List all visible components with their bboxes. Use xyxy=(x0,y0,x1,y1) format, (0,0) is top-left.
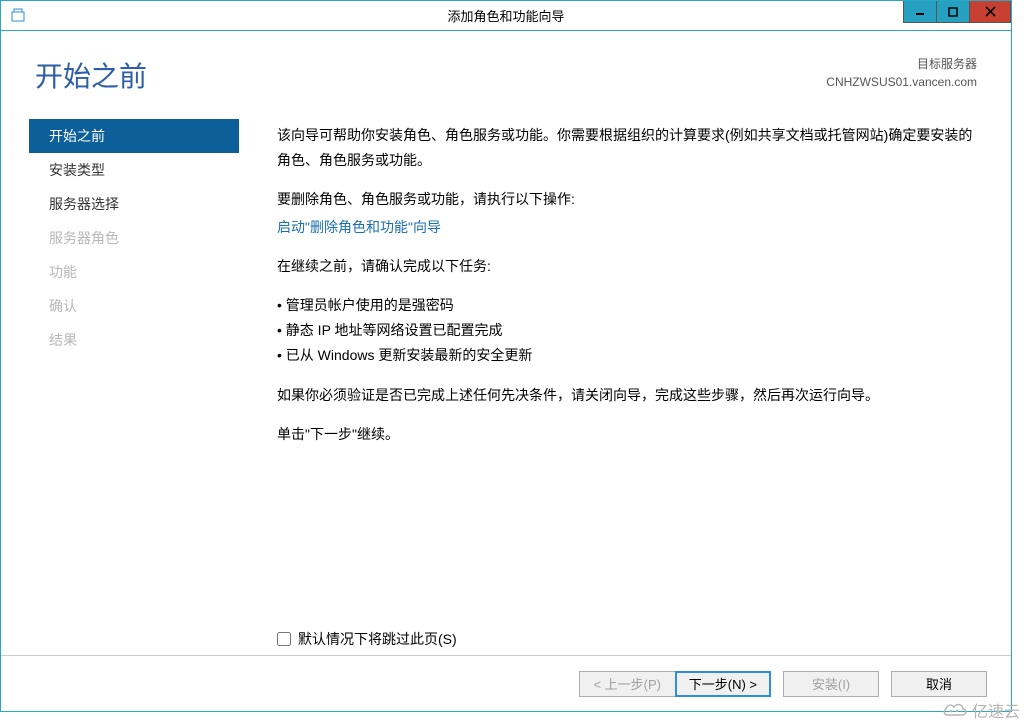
intro-text: 该向导可帮助你安装角色、角色服务或功能。你需要根据组织的计算要求(例如共享文档或… xyxy=(277,123,977,173)
sidebar-item-install-type[interactable]: 安装类型 xyxy=(29,153,239,187)
confirm-tasks-label: 在继续之前，请确认完成以下任务: xyxy=(277,254,977,279)
skip-checkbox-label: 默认情况下将跳过此页(S) xyxy=(298,627,457,652)
skip-checkbox[interactable] xyxy=(277,632,291,646)
skip-row: 默认情况下将跳过此页(S) xyxy=(277,627,977,652)
button-bar: < 上一步(P) 下一步(N) > 安装(I) 取消 xyxy=(1,655,1011,711)
sidebar-item-server-selection[interactable]: 服务器选择 xyxy=(29,187,239,221)
cancel-button[interactable]: 取消 xyxy=(891,671,987,697)
target-info: 目标服务器 CNHZWSUS01.vancen.com xyxy=(826,55,977,91)
prereq-list: 管理员帐户使用的是强密码 静态 IP 地址等网络设置已配置完成 已从 Windo… xyxy=(277,293,977,369)
window-title: 添加角色和功能向导 xyxy=(1,6,1011,25)
sidebar-item-confirm: 确认 xyxy=(29,289,239,323)
prereq-item: 静态 IP 地址等网络设置已配置完成 xyxy=(277,318,977,343)
window-controls xyxy=(904,1,1011,23)
header: 开始之前 目标服务器 CNHZWSUS01.vancen.com xyxy=(1,31,1011,107)
next-button[interactable]: 下一步(N) > xyxy=(675,671,771,697)
body: 开始之前 安装类型 服务器选择 服务器角色 功能 确认 结果 该向导可帮助你安装… xyxy=(1,107,1011,655)
sidebar-item-features: 功能 xyxy=(29,255,239,289)
nav-button-group: < 上一步(P) 下一步(N) > xyxy=(579,671,771,697)
content: 该向导可帮助你安装角色、角色服务或功能。你需要根据组织的计算要求(例如共享文档或… xyxy=(239,117,1001,655)
sidebar: 开始之前 安装类型 服务器选择 服务器角色 功能 确认 结果 xyxy=(29,117,239,655)
cloud-icon xyxy=(942,701,968,719)
prereq-item: 已从 Windows 更新安装最新的安全更新 xyxy=(277,343,977,368)
wizard-window: 添加角色和功能向导 开始之前 目标服务器 CNHZWSUS01.vancen.c… xyxy=(0,0,1012,712)
target-server: CNHZWSUS01.vancen.com xyxy=(826,73,977,91)
sidebar-item-before-begin[interactable]: 开始之前 xyxy=(29,119,239,153)
remove-instruction: 要删除角色、角色服务或功能，请执行以下操作: xyxy=(277,187,977,212)
page-title: 开始之前 xyxy=(35,55,147,95)
continue-text: 单击"下一步"继续。 xyxy=(277,422,977,447)
close-button[interactable] xyxy=(969,1,1011,23)
watermark: 亿速云 xyxy=(942,698,1020,722)
previous-button: < 上一步(P) xyxy=(579,671,675,697)
titlebar[interactable]: 添加角色和功能向导 xyxy=(1,1,1011,31)
maximize-button[interactable] xyxy=(936,1,970,23)
sidebar-item-results: 结果 xyxy=(29,323,239,357)
target-label: 目标服务器 xyxy=(826,55,977,73)
install-button: 安装(I) xyxy=(783,671,879,697)
prereq-item: 管理员帐户使用的是强密码 xyxy=(277,293,977,318)
watermark-text: 亿速云 xyxy=(972,698,1020,722)
sidebar-item-server-roles: 服务器角色 xyxy=(29,221,239,255)
verify-text: 如果你必须验证是否已完成上述任何先决条件，请关闭向导，完成这些步骤，然后再次运行… xyxy=(277,383,977,408)
app-icon xyxy=(9,7,27,25)
minimize-button[interactable] xyxy=(903,1,937,23)
remove-wizard-link[interactable]: 启动"删除角色和功能"向导 xyxy=(277,219,441,235)
